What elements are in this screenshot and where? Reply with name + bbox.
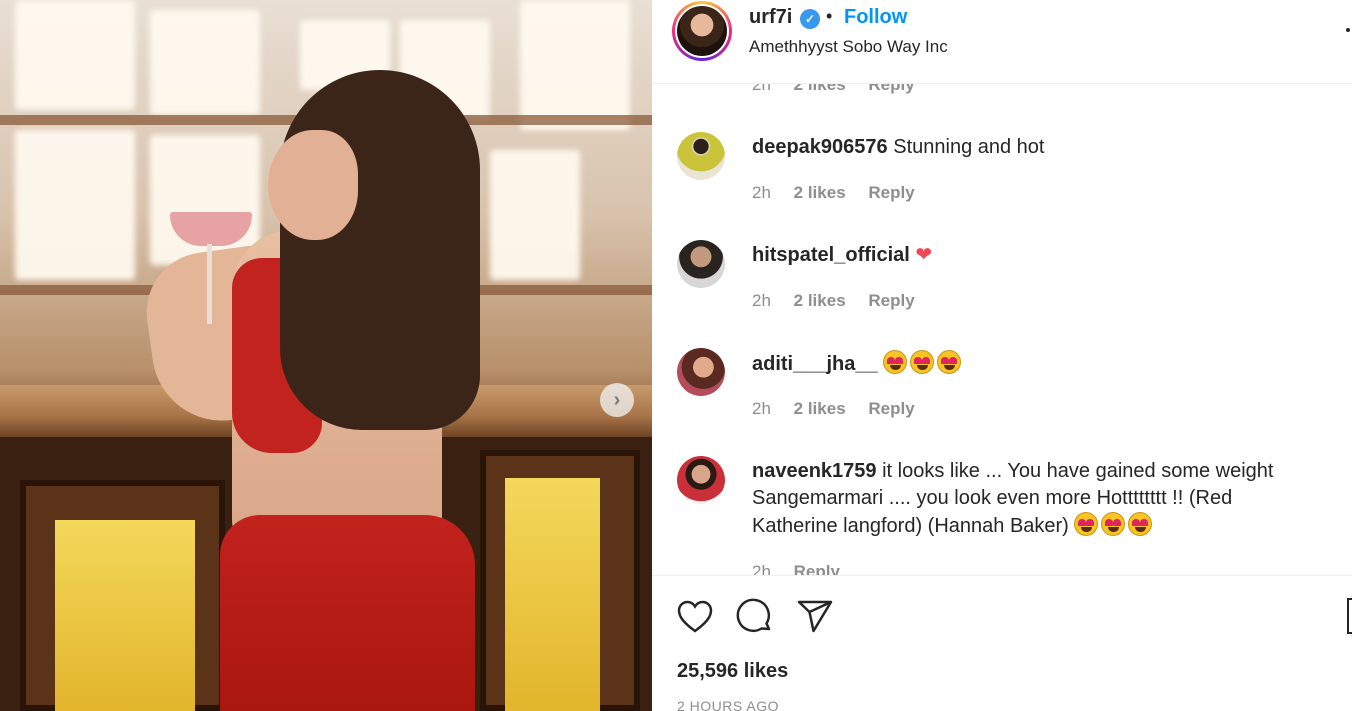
post-time: 2 HOURS AGO: [677, 698, 779, 711]
comment-likes[interactable]: 2 likes: [794, 183, 846, 202]
paper-plane-icon[interactable]: [796, 598, 834, 636]
comment-time: 2h: [752, 84, 771, 94]
avatar[interactable]: [677, 456, 725, 504]
comment-username[interactable]: naveenk1759: [752, 460, 877, 482]
post-photo[interactable]: ›: [0, 0, 652, 711]
reply-button[interactable]: Reply: [868, 399, 914, 418]
avatar[interactable]: [677, 240, 725, 288]
author-avatar[interactable]: [672, 1, 732, 61]
post-side-panel: urf7i ✓ • Follow Amethhyyst Sobo Way Inc…: [652, 0, 1352, 711]
comments-list[interactable]: 2h 2 likes Reply deepak906576 Stunning a…: [652, 84, 1352, 575]
window-light: [15, 0, 135, 110]
comment-meta: 2h Reply: [752, 562, 858, 575]
red-heart-emoji: ❤: [915, 244, 933, 266]
comment-time: 2h: [752, 399, 771, 418]
comment-text: deepak906576 Stunning and hot: [752, 134, 1312, 161]
avatar[interactable]: [677, 132, 725, 180]
comment-time: 2h: [752, 291, 771, 310]
likes-count[interactable]: 25,596 likes: [677, 660, 788, 683]
person-red-skirt: [220, 515, 475, 711]
window-light: [520, 0, 630, 130]
comment-meta: 2h 2 likes Reply: [752, 84, 933, 95]
chevron-right-icon[interactable]: ›: [600, 383, 634, 417]
heart-icon[interactable]: [676, 598, 714, 636]
reply-button[interactable]: Reply: [794, 562, 840, 575]
comment-username[interactable]: hitspatel_official: [752, 244, 910, 266]
avatar[interactable]: [677, 348, 725, 396]
comment-username[interactable]: deepak906576: [752, 136, 888, 158]
post-header: urf7i ✓ • Follow Amethhyyst Sobo Way Inc: [652, 0, 1352, 84]
counter-panel-light: [55, 520, 195, 711]
comment-username[interactable]: aditi___jha__: [752, 353, 878, 375]
comment-meta: 2h 2 likes Reply: [752, 183, 933, 203]
comment-time: 2h: [752, 562, 771, 575]
reply-button[interactable]: Reply: [868, 291, 914, 310]
comment-time: 2h: [752, 183, 771, 202]
person-hair: [280, 70, 480, 430]
author-username[interactable]: urf7i: [749, 6, 792, 29]
follow-button[interactable]: Follow: [844, 6, 907, 29]
counter-panel-light: [505, 478, 600, 711]
person-face: [268, 130, 358, 240]
cocktail-glass-stem: [207, 244, 212, 324]
window-light: [15, 130, 135, 280]
post-location[interactable]: Amethhyyst Sobo Way Inc: [749, 37, 948, 57]
separator-dot: •: [826, 6, 833, 26]
heart-eyes-emoji: [883, 350, 964, 375]
comment-text: hitspatel_official ❤: [752, 242, 1312, 269]
reply-button[interactable]: Reply: [868, 84, 914, 94]
heart-eyes-emoji: [1074, 512, 1155, 537]
more-options-icon[interactable]: [1346, 28, 1350, 32]
post-actions: 25,596 likes 2 HOURS AGO: [652, 575, 1352, 711]
comment-likes[interactable]: 2 likes: [794, 291, 846, 310]
reply-button[interactable]: Reply: [868, 183, 914, 202]
window-light: [150, 10, 260, 115]
window-light: [490, 150, 580, 280]
bookmark-icon[interactable]: [1347, 598, 1352, 634]
verified-badge-icon: ✓: [800, 9, 820, 29]
comment-likes[interactable]: 2 likes: [794, 84, 846, 94]
comment-likes[interactable]: 2 likes: [794, 399, 846, 418]
comment-text: naveenk1759 it looks like ... You have g…: [752, 458, 1312, 540]
comment-text: aditi___jha__: [752, 350, 1312, 378]
comment-meta: 2h 2 likes Reply: [752, 291, 933, 311]
comment-meta: 2h 2 likes Reply: [752, 399, 933, 419]
comment-body: Stunning and hot: [893, 136, 1045, 158]
comment-icon[interactable]: [736, 598, 774, 636]
